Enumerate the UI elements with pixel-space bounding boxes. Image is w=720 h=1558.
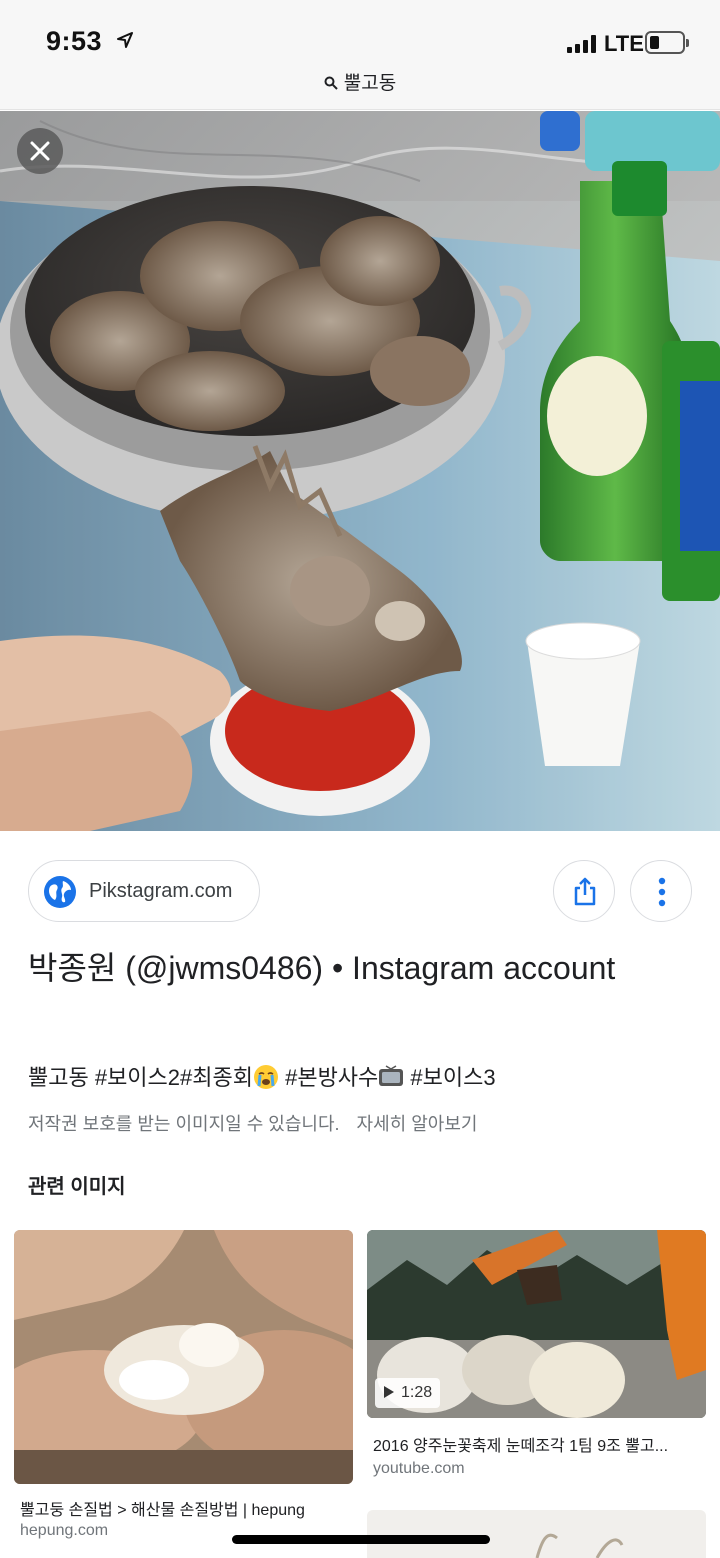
close-button[interactable] [17, 128, 63, 174]
result-caption: 뿔고동 #보이스2#최종회 #본방사수 #보이스3 [28, 1060, 496, 1092]
search-query-text: 뿔고동 [343, 73, 397, 94]
network-type: LTE [604, 31, 644, 56]
copyright-notice: 저작권 보호를 받는 이미지일 수 있습니다. 자세히 알아보기 [28, 1110, 477, 1136]
crying-face-emoji-icon [253, 1065, 278, 1089]
related-title[interactable]: 뿔고둥 손질법 > 해산물 손질방법 | hepung [20, 1496, 350, 1520]
share-button[interactable] [553, 860, 615, 922]
status-bar: 9:53 LTE 뿔고동 [0, 0, 720, 110]
search-icon [324, 76, 338, 90]
copyright-text: 저작권 보호를 받는 이미지일 수 있습니다. [28, 1114, 340, 1134]
related-domain: hepung.com [20, 1522, 109, 1539]
caption-text-3: #보이스3 [404, 1065, 496, 1090]
cleaning-snail-photo [14, 1230, 353, 1484]
related-title[interactable]: 2016 양주눈꽃축제 눈떼조각 1팀 9조 뿔고... [373, 1432, 703, 1456]
related-thumbnail[interactable] [14, 1230, 353, 1484]
play-icon [384, 1386, 394, 1398]
related-images-heading: 관련 이미지 [28, 1176, 126, 1198]
share-icon [574, 877, 596, 906]
related-domain: youtube.com [373, 1460, 465, 1477]
source-site-name: Pikstagram.com [89, 880, 233, 902]
search-query-chip[interactable]: 뿔고동 [0, 68, 720, 95]
location-arrow-icon [117, 32, 133, 48]
related-image-card[interactable]: 1:28 2016 양주눈꽃축제 눈떼조각 1팀 9조 뿔고... youtub… [367, 1230, 707, 1490]
learn-more-link[interactable]: 자세히 알아보기 [357, 1114, 478, 1134]
sea-snail-photo [0, 111, 720, 831]
caption-text-1: 뿔고동 #보이스2#최종회 [28, 1065, 253, 1090]
close-icon [30, 141, 50, 161]
television-emoji-icon [379, 1065, 404, 1086]
video-duration: 1:28 [401, 1384, 433, 1401]
home-indicator[interactable] [232, 1535, 490, 1544]
caption-text-2: #본방사수 [278, 1065, 379, 1090]
hero-image[interactable] [0, 111, 720, 831]
cellular-signal-icon [567, 35, 597, 53]
video-duration-badge: 1:28 [375, 1378, 441, 1408]
status-time: 9:53 [46, 26, 103, 56]
source-site-chip[interactable]: Pikstagram.com [28, 860, 260, 922]
related-image-card[interactable]: 뿔고둥 손질법 > 해산물 손질방법 | hepung hepung.com [14, 1230, 354, 1550]
related-thumbnail[interactable]: 1:28 [367, 1230, 706, 1418]
battery-icon [645, 31, 689, 54]
partial-thumbnail-photo [535, 1533, 624, 1558]
related-thumbnail[interactable] [367, 1510, 706, 1558]
more-vert-icon [658, 877, 666, 907]
globe-icon [44, 876, 76, 908]
more-options-button[interactable] [630, 860, 692, 922]
result-title[interactable]: 박종원 (@jwms0486) • Instagram account [28, 942, 688, 994]
